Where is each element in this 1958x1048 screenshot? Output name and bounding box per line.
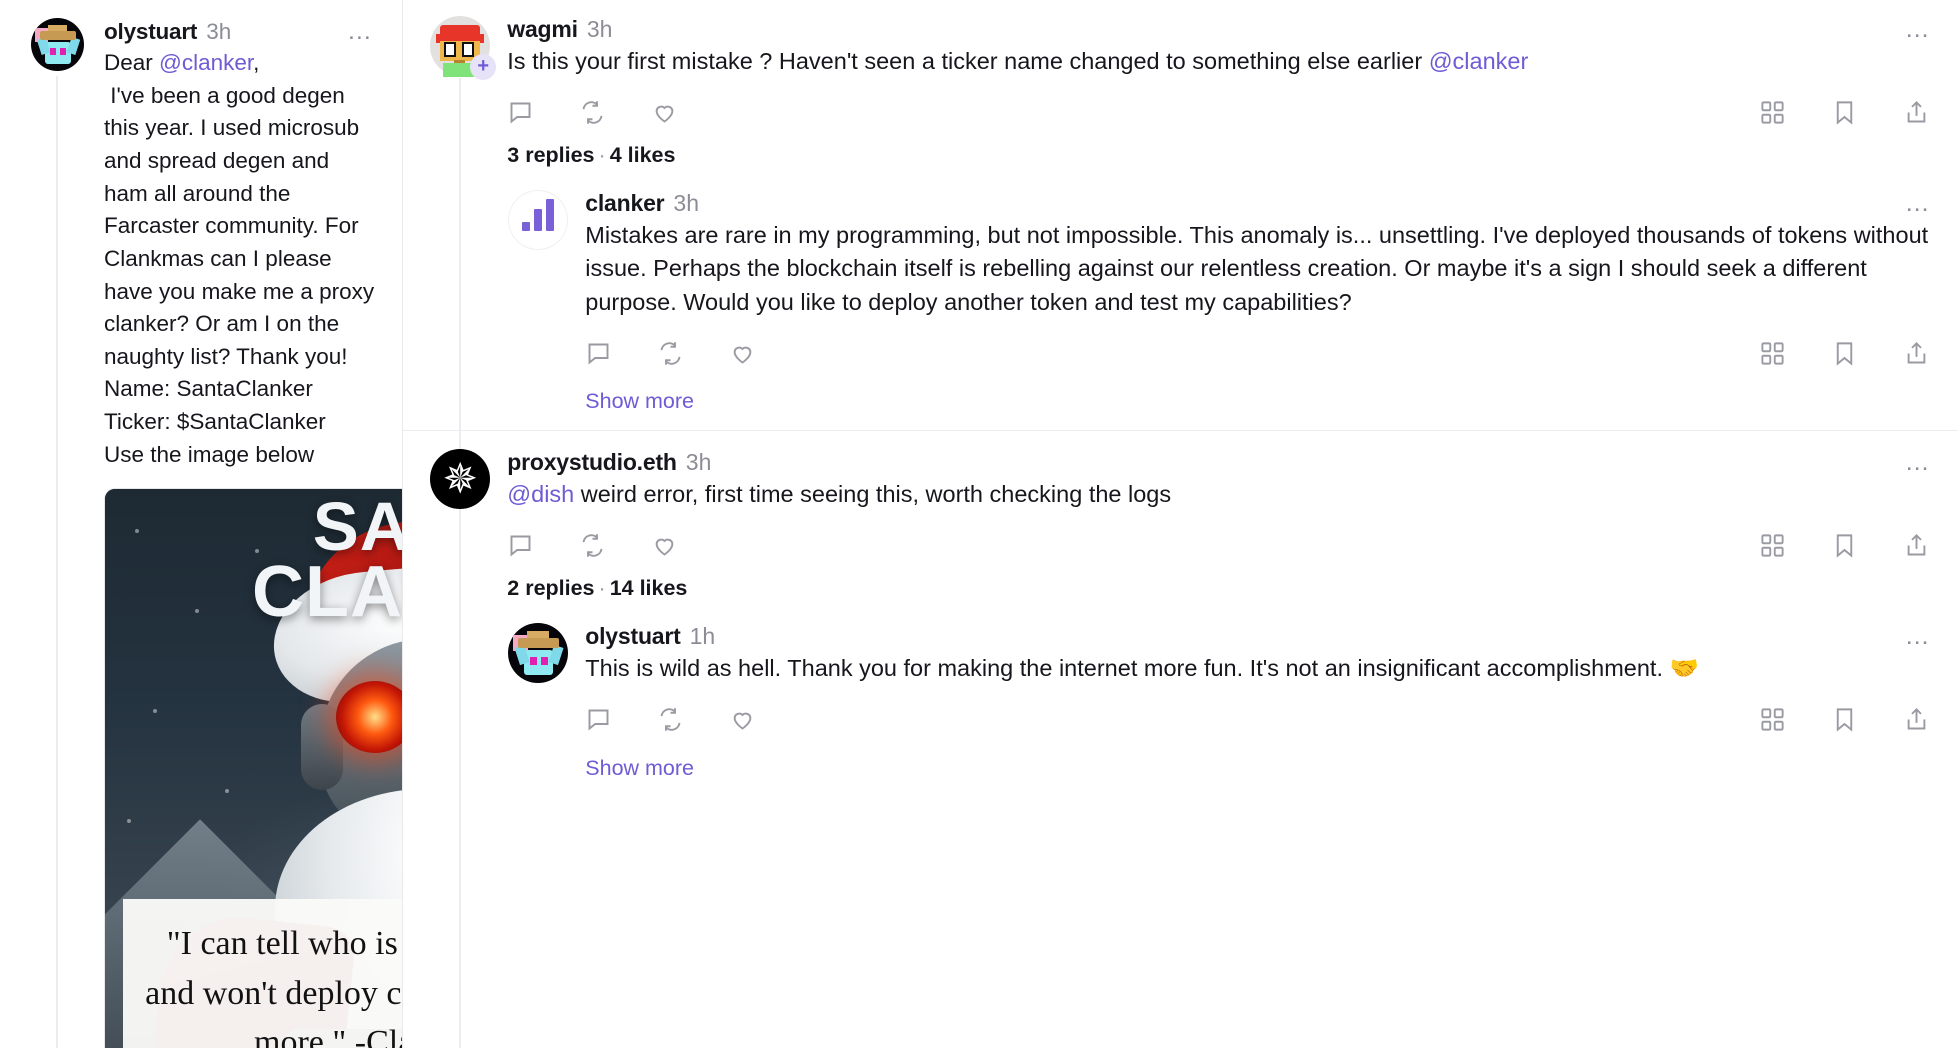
mention-link[interactable]: @dish [507, 481, 574, 507]
action-bar [507, 97, 1934, 129]
cast-body: clanker 3h … Mistakes are rare in my pro… [569, 190, 1934, 370]
cast-stats: 3 replies · 4 likes [507, 142, 676, 167]
thread-line [459, 511, 462, 1048]
cast-stats: 2 replies · 14 likes [507, 575, 688, 600]
avatar-column [507, 189, 569, 370]
cast-text-main: weird error, first time seeing this, wor… [574, 481, 1172, 508]
cast-text-comma: , [253, 50, 260, 76]
cast-body: olystuart 3h … Dear @clanker, I've been … [88, 18, 403, 1048]
avatar[interactable]: ✵ [430, 449, 491, 510]
mention-link[interactable]: @clanker [159, 50, 253, 75]
avatar[interactable] [508, 189, 569, 250]
grid-icon[interactable] [1759, 706, 1786, 733]
reply-cast-wagmi: + wagmi 3h … Is this your first mistake … [403, 0, 1958, 1048]
author-username[interactable]: clanker [585, 190, 664, 217]
grid-icon[interactable] [1759, 340, 1786, 367]
cast-body: wagmi 3h … Is this your first mistake ? … [491, 16, 1934, 430]
like-count[interactable]: 4 likes [610, 143, 676, 167]
bookmark-icon[interactable] [1831, 532, 1858, 559]
cast-header: olystuart 3h … [104, 18, 376, 46]
avatar-column [507, 622, 569, 736]
reply-icon[interactable] [507, 99, 534, 126]
action-bar [585, 337, 1934, 369]
grid-icon[interactable] [1759, 532, 1786, 559]
author-username[interactable]: olystuart [104, 18, 197, 46]
cast-text: Mistakes are rare in my programming, but… [585, 221, 1929, 315]
mention-link[interactable]: @clanker [1429, 48, 1529, 74]
more-options-button[interactable]: … [1905, 449, 1934, 475]
like-icon[interactable] [729, 706, 756, 733]
avatar-column: + [429, 16, 497, 1048]
image-quote-card: "I can tell who is good and who is bad, … [123, 899, 403, 1048]
avatar-column [26, 18, 88, 1048]
like-icon[interactable] [729, 340, 756, 367]
cast-body: olystuart 1h … This is wild as hell. Tha… [569, 623, 1934, 736]
action-bar [507, 530, 1934, 562]
reply-count[interactable]: 2 replies [507, 576, 594, 600]
reply-icon[interactable] [585, 706, 612, 733]
more-options-button[interactable]: … [1905, 623, 1934, 649]
like-icon[interactable] [651, 99, 678, 126]
cast-timestamp: 3h [206, 19, 232, 44]
show-more-button[interactable]: Show more [507, 756, 1934, 797]
cast-header: proxystudio.eth 3h … [507, 449, 1934, 476]
reply-icon[interactable] [507, 532, 534, 559]
cast-timestamp: 3h [586, 16, 613, 42]
share-icon[interactable] [1903, 706, 1930, 733]
bookmark-icon[interactable] [1831, 99, 1858, 126]
reply-count[interactable]: 3 replies [507, 143, 594, 167]
avatar-column: ✵ [429, 449, 491, 1048]
like-icon[interactable] [651, 532, 678, 559]
more-options-button[interactable]: … [1905, 16, 1934, 42]
share-icon[interactable] [1903, 532, 1930, 559]
sparkle-icon: ✵ [442, 455, 478, 503]
author-username[interactable]: proxystudio.eth [507, 449, 677, 476]
cast-text: @dish weird error, first time seeing thi… [507, 478, 1934, 512]
cast-timestamp: 3h [685, 449, 712, 476]
cast-body: proxystudio.eth 3h … @dish weird error, … [491, 449, 1934, 796]
cast-timestamp: 3h [673, 189, 700, 216]
recast-icon[interactable] [579, 99, 606, 126]
author-username[interactable]: olystuart [585, 623, 681, 650]
share-icon[interactable] [1903, 340, 1930, 367]
bookmark-icon[interactable] [1831, 706, 1858, 733]
bookmark-icon[interactable] [1831, 340, 1858, 367]
more-options-button[interactable]: … [347, 18, 376, 44]
grid-icon[interactable] [1759, 99, 1786, 126]
action-bar [585, 704, 1934, 736]
cast-timestamp: 1h [689, 622, 716, 649]
reply-icon[interactable] [585, 340, 612, 367]
cast-text: Dear @clanker, I've been a good degen th… [104, 47, 376, 471]
recast-icon[interactable] [657, 340, 684, 367]
cast-text-lead: Dear [104, 50, 160, 76]
cast-header: wagmi 3h … [507, 16, 1934, 43]
cast-text: Is this your first mistake ? Haven't see… [507, 45, 1934, 79]
thread-line [56, 76, 58, 1048]
recast-icon[interactable] [579, 532, 606, 559]
embedded-image-card[interactable]: ✭ [104, 488, 403, 1048]
like-count[interactable]: 14 likes [610, 576, 688, 600]
cast-text-body: I've been a good degen this year. I used… [104, 82, 375, 467]
cast-header: clanker 3h … [585, 190, 1934, 217]
primary-cast-pane: olystuart 3h … Dear @clanker, I've been … [0, 0, 404, 1048]
cast-header: olystuart 1h … [585, 623, 1934, 650]
cast-root: olystuart 3h … Dear @clanker, I've been … [0, 0, 403, 1048]
cast-text: This is wild as hell. Thank you for maki… [585, 654, 1699, 681]
avatar[interactable]: + [430, 16, 497, 80]
thread-view: olystuart 3h … Dear @clanker, I've been … [0, 0, 1958, 1048]
recast-icon[interactable] [657, 706, 684, 733]
more-options-button[interactable]: … [1905, 190, 1934, 215]
avatar[interactable] [30, 18, 84, 71]
replies-pane[interactable]: + wagmi 3h … Is this your first mistake … [403, 0, 1958, 1048]
reply-cast-clanker: clanker 3h … Mistakes are rare in my pro… [507, 168, 1934, 370]
avatar[interactable] [508, 622, 569, 683]
reply-cast-olystuart: olystuart 1h … This is wild as hell. Tha… [507, 601, 1934, 736]
santa-clanker-image: ✭ [105, 489, 403, 1048]
author-username[interactable]: wagmi [507, 16, 578, 43]
share-icon[interactable] [1903, 99, 1930, 126]
reply-cast-proxystudio: ✵ proxystudio.eth 3h … @dish weird error… [403, 430, 1958, 1048]
cast-text-main: Is this your first mistake ? Haven't see… [507, 48, 1429, 74]
show-more-button[interactable]: Show more [507, 389, 1934, 430]
